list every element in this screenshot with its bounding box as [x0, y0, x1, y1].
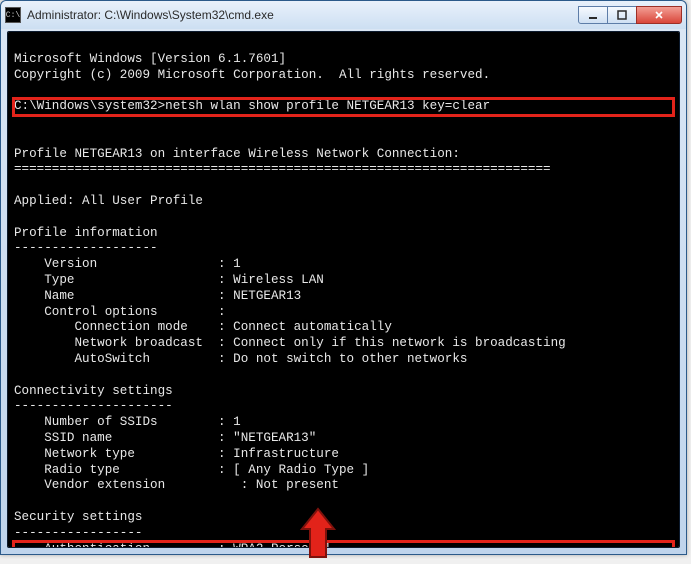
blank	[14, 83, 22, 97]
section-dash: -------------------	[14, 241, 158, 255]
terminal-client[interactable]: Microsoft Windows [Version 6.1.7601] Cop…	[7, 31, 680, 548]
maximize-button[interactable]	[607, 6, 637, 24]
line-version: Microsoft Windows [Version 6.1.7601]	[14, 52, 286, 66]
close-button[interactable]	[636, 6, 682, 24]
row-autoswitch: AutoSwitch : Do not switch to other netw…	[14, 352, 467, 366]
section-profile-info: Profile information	[14, 226, 158, 240]
line-copyright: Copyright (c) 2009 Microsoft Corporation…	[14, 68, 490, 82]
cmd-window: C:\ Administrator: C:\Windows\System32\c…	[0, 0, 687, 555]
command-highlight: C:\Windows\system32>netsh wlan show prof…	[14, 99, 673, 115]
row-numssid: Number of SSIDs : 1	[14, 415, 241, 429]
line-applied: Applied: All User Profile	[14, 194, 203, 208]
titlebar[interactable]: C:\ Administrator: C:\Windows\System32\c…	[1, 1, 686, 29]
annotation-arrow-icon	[300, 507, 336, 561]
row-nettype: Network type : Infrastructure	[14, 447, 339, 461]
security-highlight: Authentication : WPA2-Personal Cipher : …	[14, 542, 673, 549]
prompt-path: C:\Windows\system32>	[14, 99, 165, 113]
section-dash: ---------------------	[14, 399, 173, 413]
window-title: Administrator: C:\Windows\System32\cmd.e…	[27, 8, 579, 22]
blank	[14, 131, 22, 145]
section-security: Security settings	[14, 510, 142, 524]
blank	[14, 494, 22, 508]
row-auth: Authentication : WPA2-Personal	[14, 542, 331, 549]
line-sep: ========================================…	[14, 162, 551, 176]
row-ctrlopt: Control options :	[14, 305, 226, 319]
row-netbcast: Network broadcast : Connect only if this…	[14, 336, 566, 350]
blank	[14, 210, 22, 224]
blank	[14, 178, 22, 192]
blank	[14, 368, 22, 382]
section-dash: -----------------	[14, 526, 142, 540]
prompt-command: netsh wlan show profile NETGEAR13 key=cl…	[165, 99, 490, 113]
line-profile: Profile NETGEAR13 on interface Wireless …	[14, 147, 460, 161]
cmd-icon: C:\	[5, 7, 21, 23]
row-name: Name : NETGEAR13	[14, 289, 301, 303]
row-ssidname: SSID name : "NETGEAR13"	[14, 431, 316, 445]
row-version: Version : 1	[14, 257, 241, 271]
row-connmode: Connection mode : Connect automatically	[14, 320, 392, 334]
minimize-button[interactable]	[578, 6, 608, 24]
section-connectivity: Connectivity settings	[14, 384, 173, 398]
row-radiotype: Radio type : [ Any Radio Type ]	[14, 463, 369, 477]
window-buttons	[579, 6, 682, 24]
row-vendorext: Vendor extension : Not present	[14, 478, 339, 492]
terminal-output: Microsoft Windows [Version 6.1.7601] Cop…	[8, 32, 679, 548]
row-type: Type : Wireless LAN	[14, 273, 324, 287]
